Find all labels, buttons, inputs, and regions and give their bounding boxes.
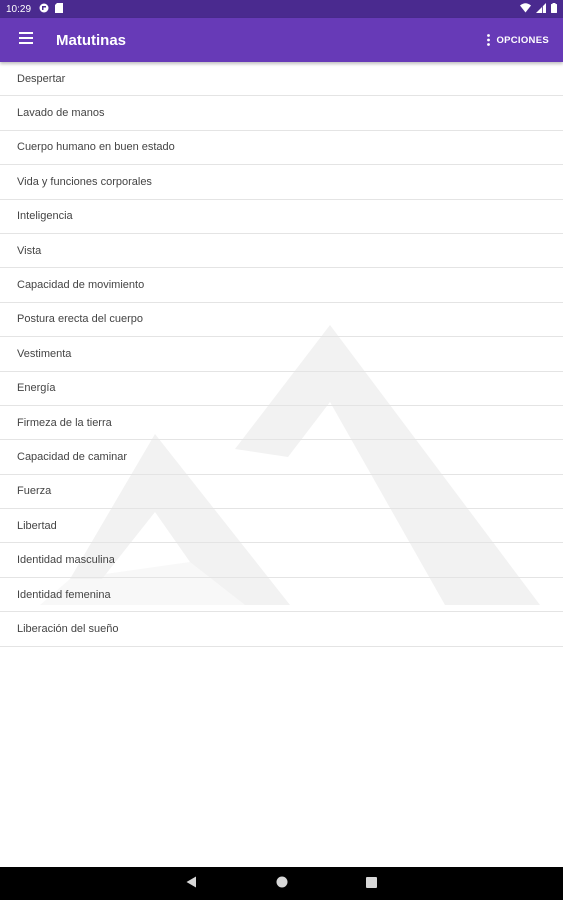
list-item[interactable]: Energía <box>0 372 563 406</box>
home-button[interactable] <box>237 867 327 900</box>
list-item[interactable]: Lavado de manos <box>0 96 563 131</box>
page-title: Matutinas <box>56 31 127 49</box>
list-item-label: Energía <box>17 382 56 395</box>
list-item[interactable]: Despertar <box>0 62 563 97</box>
list-item[interactable]: Vista <box>0 234 563 269</box>
list-item-label: Vista <box>17 244 42 257</box>
list-item[interactable]: Cuerpo humano en buen estado <box>0 131 563 166</box>
list-item-label: Identidad masculina <box>17 554 115 567</box>
menu-button[interactable] <box>0 18 52 62</box>
back-triangle-icon <box>186 875 197 893</box>
list-item[interactable]: Identidad femenina <box>0 578 563 613</box>
app-notification-icon <box>39 3 49 16</box>
status-time: 10:29 <box>6 3 32 15</box>
list-item[interactable]: Fuerza <box>0 475 563 510</box>
wifi-icon <box>520 2 531 16</box>
list-item-label: Inteligencia <box>17 210 73 223</box>
morning-list: Despertar Lavado de manos Cuerpo humano … <box>0 62 563 647</box>
status-bar: 10:29 <box>0 0 563 18</box>
list-item-label: Lavado de manos <box>17 107 105 120</box>
list-item[interactable]: Libertad <box>0 509 563 544</box>
list-item-label: Vida y funciones corporales <box>17 175 152 188</box>
signal-icon <box>536 2 546 16</box>
list-item-label: Liberación del sueño <box>17 622 119 635</box>
options-button[interactable]: OPCIONES <box>487 34 549 46</box>
list-item-label: Capacidad de movimiento <box>17 279 145 292</box>
options-label: OPCIONES <box>496 34 549 46</box>
list-item[interactable]: Postura erecta del cuerpo <box>0 303 563 338</box>
navigation-bar <box>0 867 563 900</box>
list-item-label: Postura erecta del cuerpo <box>17 313 143 326</box>
battery-icon <box>551 2 557 16</box>
hamburger-menu-icon <box>19 31 33 49</box>
list-item-label: Fuerza <box>17 485 52 498</box>
list-item-label: Libertad <box>17 519 57 532</box>
more-vert-icon <box>487 34 491 46</box>
back-button[interactable] <box>147 867 237 900</box>
list-item[interactable]: Liberación del sueño <box>0 612 563 647</box>
list-item-label: Cuerpo humano en buen estado <box>17 141 175 154</box>
recents-button[interactable] <box>327 867 417 900</box>
home-circle-icon <box>276 875 288 893</box>
app-bar: Matutinas OPCIONES <box>0 18 563 62</box>
list-item-label: Capacidad de caminar <box>17 450 128 463</box>
list-item[interactable]: Capacidad de movimiento <box>0 268 563 303</box>
list-item[interactable]: Vida y funciones corporales <box>0 165 563 200</box>
list-item-label: Vestimenta <box>17 347 72 360</box>
list-item-label: Despertar <box>17 72 66 85</box>
list-item[interactable]: Identidad masculina <box>0 543 563 578</box>
list-item-label: Identidad femenina <box>17 588 111 601</box>
sd-card-icon <box>55 2 64 16</box>
list-item[interactable]: Vestimenta <box>0 337 563 372</box>
list-item[interactable]: Inteligencia <box>0 200 563 234</box>
list-item[interactable]: Firmeza de la tierra <box>0 406 563 441</box>
list-item[interactable]: Capacidad de caminar <box>0 440 563 475</box>
recents-square-icon <box>366 875 377 893</box>
list-item-label: Firmeza de la tierra <box>17 416 112 429</box>
